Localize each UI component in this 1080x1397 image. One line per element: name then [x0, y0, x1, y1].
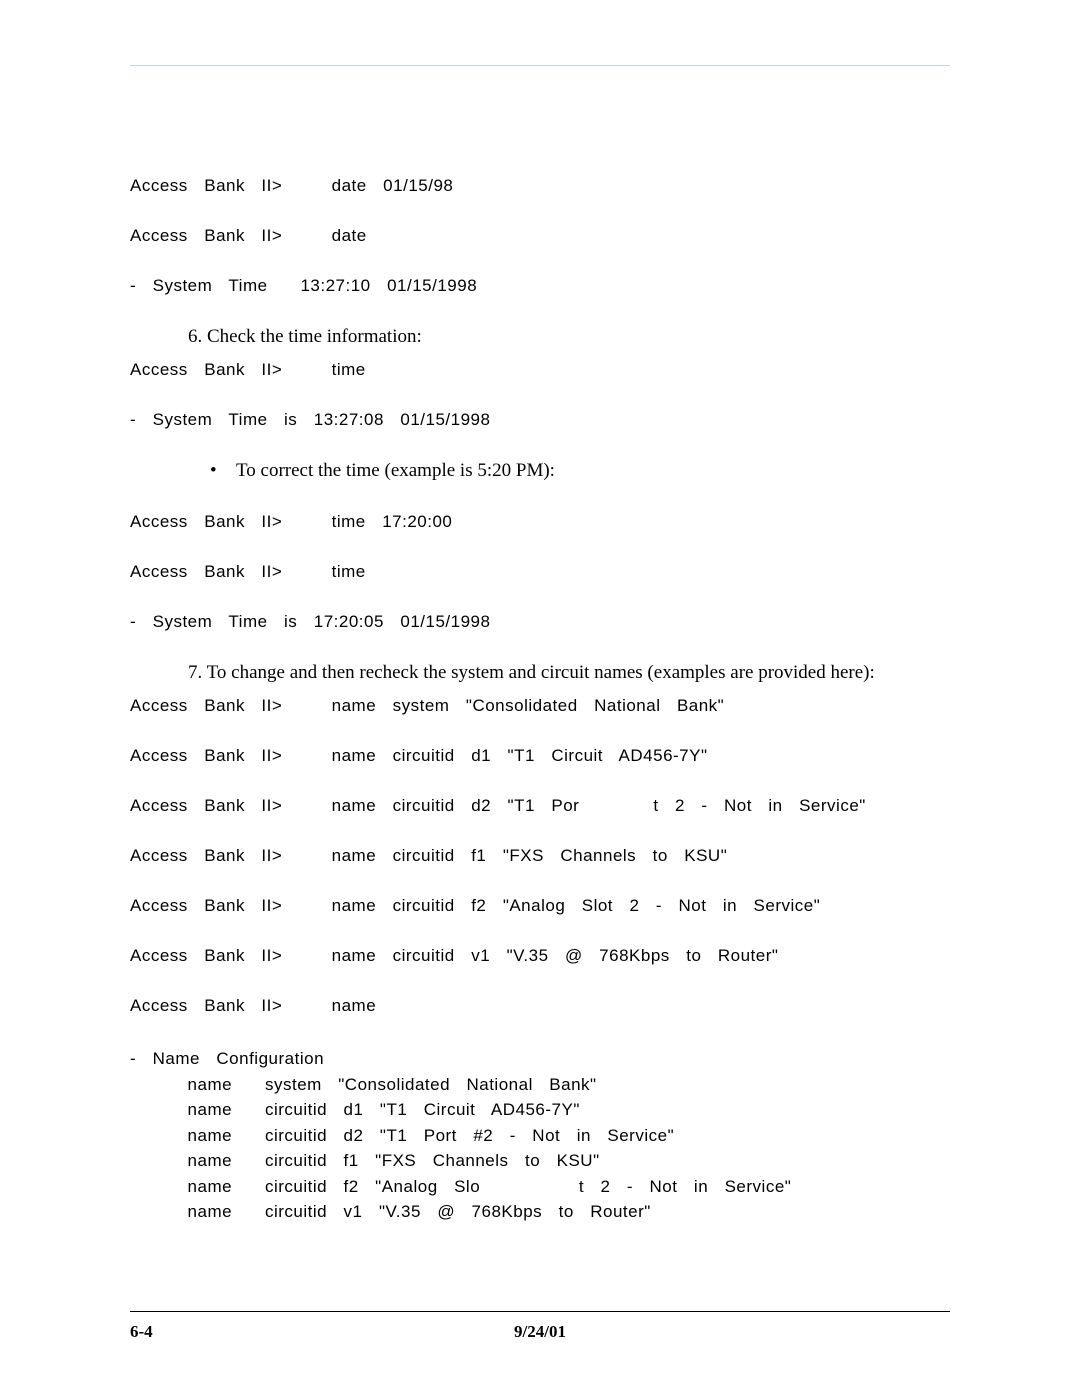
step-6-instruction: 6. Check the time information:: [188, 326, 950, 348]
bullet-text: To correct the time (example is 5:20 PM)…: [236, 460, 555, 481]
cli-line: Access Bank II> time: [130, 562, 950, 582]
cli-output: - System Time is 17:20:05 01/15/1998: [130, 612, 950, 632]
footer-date: 9/24/01: [130, 1322, 950, 1342]
cli-line: Access Bank II> time 17:20:00: [130, 512, 950, 532]
step-7-instruction: 7. To change and then recheck the system…: [188, 662, 950, 684]
cli-line: Access Bank II> time: [130, 360, 950, 380]
cli-line: Access Bank II> name circuitid f1 "FXS C…: [130, 846, 950, 866]
cli-line: Access Bank II> name circuitid d1 "T1 Ci…: [130, 746, 950, 766]
cli-output: - System Time 13:27:10 01/15/1998: [130, 276, 950, 296]
cli-line: Access Bank II> name system "Consolidate…: [130, 696, 950, 716]
top-horizontal-rule: [130, 65, 950, 66]
name-configuration-block: - Name Configuration name system "Consol…: [130, 1046, 950, 1225]
cli-line: Access Bank II> date 01/15/98: [130, 176, 950, 196]
cli-output: - System Time is 13:27:08 01/15/1998: [130, 410, 950, 430]
cli-line: Access Bank II> name circuitid v1 "V.35 …: [130, 946, 950, 966]
page-footer: 6-4 9/24/01: [130, 1311, 950, 1342]
cli-line: Access Bank II> name circuitid f2 "Analo…: [130, 896, 950, 916]
cli-line: Access Bank II> date: [130, 226, 950, 246]
document-page: Access Bank II> date 01/15/98 Access Ban…: [0, 0, 1080, 1397]
bullet-instruction: •To correct the time (example is 5:20 PM…: [210, 460, 950, 482]
cli-line: Access Bank II> name: [130, 996, 950, 1016]
cli-line: Access Bank II> name circuitid d2 "T1 Po…: [130, 796, 950, 816]
bullet-dot-icon: •: [210, 460, 236, 482]
